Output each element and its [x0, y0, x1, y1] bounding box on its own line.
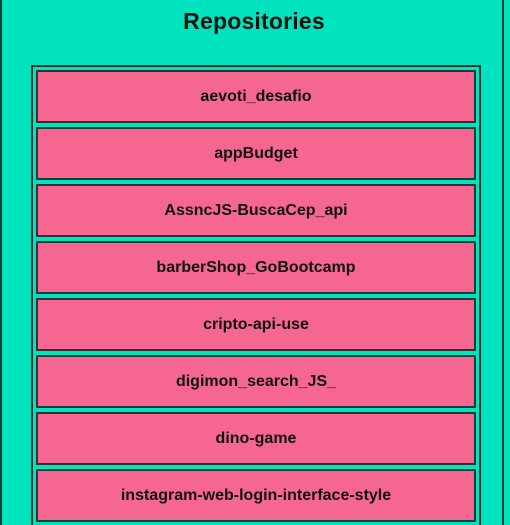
repositories-panel: Repositories aevoti_desafio appBudget As… [0, 0, 504, 525]
repo-item-dino-game[interactable]: dino-game [36, 412, 476, 465]
repo-item-label: dino-game [215, 429, 297, 447]
repo-item-cripto-api-use[interactable]: cripto-api-use [36, 298, 476, 351]
repo-item-label: AssncJS-BuscaCep_api [164, 201, 348, 219]
repo-item-label: appBudget [214, 144, 298, 162]
repo-item-assncjs-buscacep-api[interactable]: AssncJS-BuscaCep_api [36, 184, 476, 237]
repo-item-label: barberShop_GoBootcamp [156, 258, 356, 276]
repo-item-label: instagram-web-login-interface-style [120, 486, 392, 504]
repository-list: aevoti_desafio appBudget AssncJS-BuscaCe… [31, 65, 481, 525]
repo-item-appbudget[interactable]: appBudget [36, 127, 476, 180]
repo-item-digimon-search-js[interactable]: digimon_search_JS_ [36, 355, 476, 408]
repo-item-label: aevoti_desafio [200, 87, 312, 105]
repo-item-aevoti-desafio[interactable]: aevoti_desafio [36, 70, 476, 123]
repo-item-label: cripto-api-use [203, 315, 309, 333]
repo-item-label: digimon_search_JS_ [175, 372, 337, 390]
repo-item-barbershop-gobootcamp[interactable]: barberShop_GoBootcamp [36, 241, 476, 294]
page-title: Repositories [183, 8, 325, 34]
repo-item-instagram-web-login-interface-style[interactable]: instagram-web-login-interface-style [36, 469, 476, 522]
